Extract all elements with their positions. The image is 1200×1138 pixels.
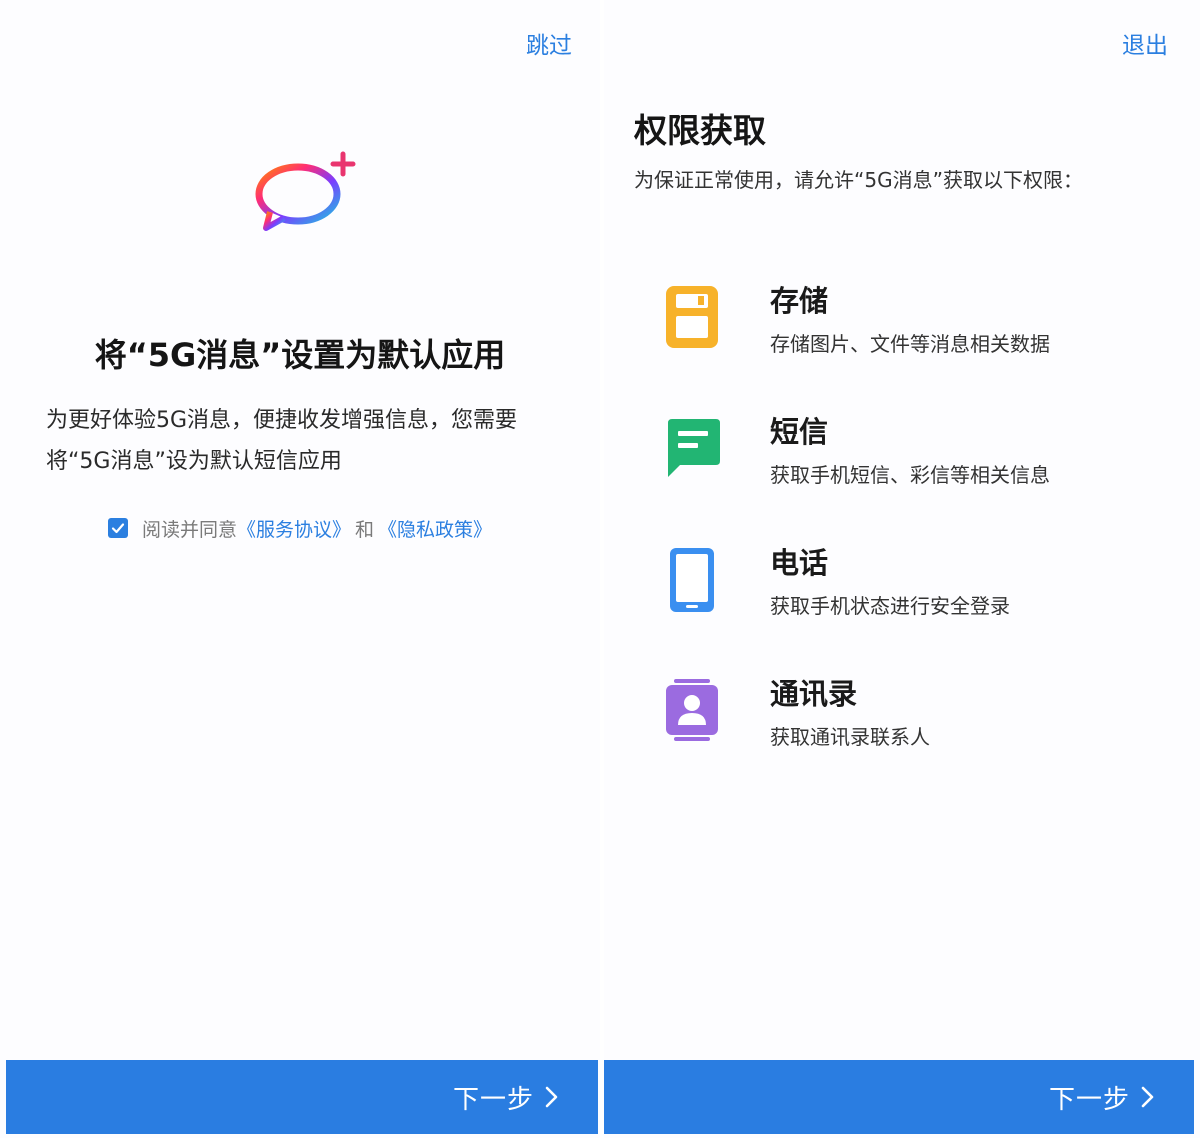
welcome-screen: 跳过 将“5G消息”设置为默认应用 为更好体验5G消息，便捷收发增强信息，您需要…	[0, 0, 600, 1138]
permission-desc: 获取手机状态进行安全登录	[770, 594, 1010, 618]
permission-item-phone: 电话 获取手机状态进行安全登录	[604, 540, 1200, 650]
description-line: 为更好体验5G消息，便捷收发增强信息，您需要	[46, 408, 518, 433]
agreement-and: 和	[355, 518, 375, 541]
permission-desc: 存储图片、文件等消息相关数据	[770, 332, 1050, 356]
description-line: 将“5G消息”设为默认短信应用	[46, 449, 342, 474]
chevron-right-icon	[1140, 1085, 1156, 1109]
storage-icon	[666, 286, 718, 348]
page-title: 权限获取	[634, 111, 766, 150]
permission-name: 短信	[770, 415, 829, 449]
check-icon	[111, 523, 125, 534]
permission-desc: 获取通讯录联系人	[770, 725, 930, 749]
permission-name: 电话	[770, 546, 829, 580]
next-button[interactable]: 下一步	[6, 1060, 598, 1134]
agreement-row: 阅读并同意 《服务协议》 和 《隐私政策》	[108, 515, 492, 541]
sms-icon	[668, 419, 720, 477]
chevron-right-icon	[544, 1085, 560, 1109]
permission-desc: 获取手机短信、彩信等相关信息	[770, 463, 1050, 487]
next-button-label: 下一步	[1048, 1084, 1130, 1115]
phone-icon	[670, 548, 714, 612]
agreement-prefix: 阅读并同意	[142, 518, 238, 541]
exit-button[interactable]: 退出	[1122, 26, 1168, 60]
description: 为更好体验5G消息，便捷收发增强信息，您需要 将“5G消息”设为默认短信应用	[46, 400, 576, 482]
next-button[interactable]: 下一步	[604, 1060, 1194, 1134]
permission-item-sms: 短信 获取手机短信、彩信等相关信息	[604, 409, 1200, 519]
app-logo-icon	[255, 151, 356, 231]
skip-button[interactable]: 跳过	[526, 26, 572, 60]
permission-item-contacts: 通讯录 获取通讯录联系人	[604, 671, 1200, 781]
page-title: 将“5G消息”设置为默认应用	[94, 336, 506, 374]
permission-item-storage: 存储 存储图片、文件等消息相关数据	[604, 278, 1200, 388]
agreement-checkbox[interactable]	[108, 518, 128, 538]
contacts-icon	[666, 679, 718, 741]
permissions-screen: 退出 权限获取 为保证正常使用，请允许“5G消息”获取以下权限： 存储 存储图片…	[604, 0, 1200, 1138]
permissions-description: 为保证正常使用，请允许“5G消息”获取以下权限：	[634, 168, 1083, 192]
privacy-policy-link[interactable]: 《隐私政策》	[378, 515, 492, 542]
service-agreement-link[interactable]: 《服务协议》	[237, 515, 351, 542]
next-button-label: 下一步	[452, 1084, 534, 1115]
permission-name: 通讯录	[770, 677, 858, 711]
permission-name: 存储	[770, 284, 829, 318]
